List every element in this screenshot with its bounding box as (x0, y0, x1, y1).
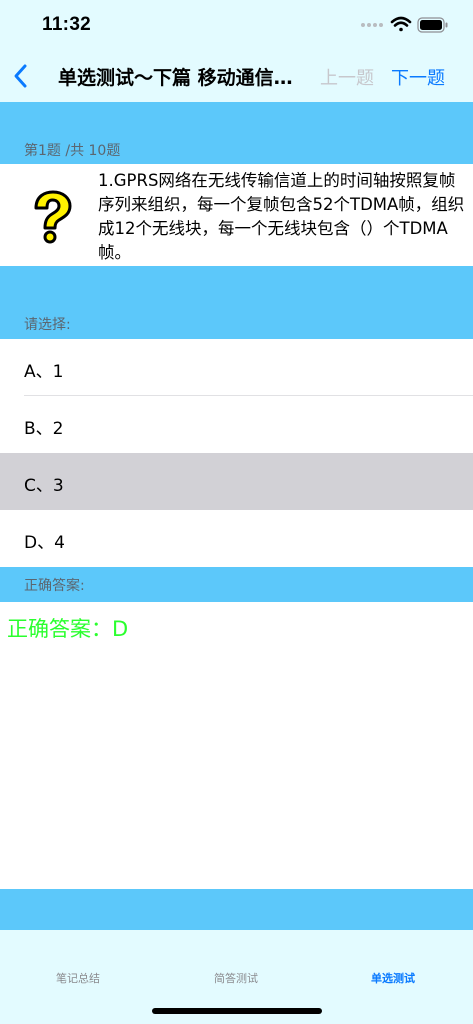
page-title: 单选测试～下篇 移动通信… (58, 67, 293, 89)
cellular-signal-icon (361, 23, 383, 27)
status-time: 11:32 (42, 14, 92, 35)
choose-band: 请选择: (0, 266, 473, 339)
option-a[interactable]: A、1 (0, 339, 473, 396)
option-c[interactable]: C、3 (0, 453, 473, 510)
option-label: C、3 (24, 476, 64, 496)
back-chevron-icon[interactable] (10, 62, 32, 90)
battery-icon (417, 17, 448, 33)
home-indicator (152, 1008, 322, 1014)
answer-header-band: 正确答案: (0, 567, 473, 602)
wifi-icon (390, 16, 412, 32)
previous-question-button[interactable]: 上一题 (320, 64, 374, 90)
option-label: B、2 (24, 419, 64, 439)
question-row: 1.GPRS网络在无线传输信道上的时间轴按照复帧序列来组织，每一个复帧包含52个… (0, 164, 473, 266)
choose-label: 请选择: (24, 317, 71, 333)
status-bar: 11:32 (0, 0, 473, 50)
tab-notes[interactable]: 笔记总结 (18, 970, 138, 986)
correct-answer-text: 正确答案：D (7, 617, 129, 641)
option-label: D、4 (24, 533, 65, 553)
question-header-band: 第1题 /共 10题 (0, 102, 473, 164)
question-text: 1.GPRS网络在无线传输信道上的时间轴按照复帧序列来组织，每一个复帧包含52个… (98, 171, 465, 262)
option-b[interactable]: B、2 (0, 396, 473, 453)
bottom-band (0, 889, 473, 930)
tab-single-choice[interactable]: 单选测试 (333, 970, 453, 986)
next-question-button[interactable]: 下一题 (391, 64, 445, 90)
status-icons (361, 15, 451, 35)
question-counter: 第1题 /共 10题 (24, 143, 121, 159)
navigation-bar: 单选测试～下篇 移动通信… 上一题 下一题 (0, 50, 473, 102)
answer-header-label: 正确答案: (24, 578, 85, 594)
option-d[interactable]: D、4 (0, 510, 473, 567)
option-label: A、1 (24, 362, 64, 382)
question-mark-icon (34, 190, 72, 244)
tab-short-answer[interactable]: 简答测试 (176, 970, 296, 986)
